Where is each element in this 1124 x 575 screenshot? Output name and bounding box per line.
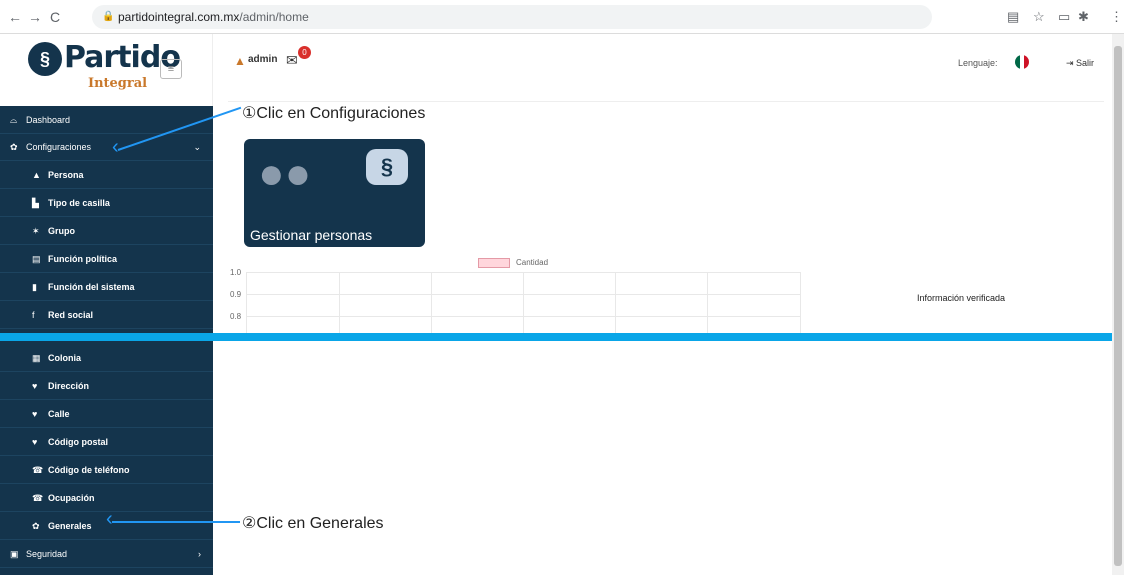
grid-line (615, 272, 616, 334)
edit-icon: ▤ (32, 254, 41, 264)
location-pin-icon: ♥ (32, 437, 38, 447)
grid-line (707, 272, 708, 334)
arrow-left-icon: ‹ (112, 136, 119, 158)
location-pin-icon: ♥ (32, 409, 38, 419)
address-bar[interactable]: 🔒 partidointegral.com.mx/admin/home (92, 5, 932, 29)
y-tick-label: 0.9 (230, 290, 242, 299)
annotation-arrow-2 (112, 521, 240, 523)
grid-line (800, 272, 801, 334)
browser-toolbar: ← → C 🔒 partidointegral.com.mx/admin/hom… (0, 0, 1124, 34)
url-path: /admin/home (239, 10, 309, 24)
url-host: partidointegral.com.mx (118, 10, 240, 24)
more-icon[interactable]: ⋮ (1110, 9, 1123, 25)
grid-line (246, 272, 247, 334)
bookmark-icon: ▮ (32, 282, 37, 292)
map-icon: ▦ (32, 353, 41, 363)
annotation-step2: ②Clic en Generales (242, 515, 384, 532)
sidebar-item-calle[interactable]: ♥ Calle (0, 401, 213, 428)
chart: Cantidad 1.0 0.9 0.8 (220, 254, 820, 334)
sidebar-item-dashboard[interactable]: ⌓ Dashboard (0, 107, 213, 134)
extension-icon[interactable]: ✱ (1078, 9, 1089, 25)
card-label: Gestionar personas (250, 227, 373, 243)
logo-mark-icon: § (28, 42, 62, 76)
forward-icon[interactable]: → (28, 9, 42, 25)
legend-swatch (478, 258, 510, 268)
logout-button[interactable]: ⇥ Salir (1066, 58, 1094, 69)
scrollbar[interactable] (1112, 34, 1124, 575)
image-separator (0, 333, 1124, 341)
sidebar-item-colonia[interactable]: ▦ Colonia (0, 345, 213, 372)
topbar: ▲ admin ✉ 0 Lenguaje: ⇥ Salir (228, 34, 1104, 102)
location-pin-icon: ♥ (32, 381, 38, 391)
dashboard-icon: ⌓ (10, 115, 18, 125)
mail-icon[interactable]: ✉ (286, 52, 298, 69)
logout-label: Salir (1076, 58, 1095, 68)
file-icon: ▙ (32, 198, 39, 208)
grid-line (523, 272, 524, 334)
info-verificada-label: Información verificada (917, 293, 1006, 303)
lock-icon: 🔒 (102, 11, 115, 22)
facebook-icon: f (32, 310, 35, 320)
chevron-down-icon: ⌄ (193, 142, 201, 152)
grid-line (339, 272, 340, 334)
user-name[interactable]: admin (248, 54, 277, 65)
sidebar: § Partido Integral ≡ ⌓ Dashboard ✿ Configu… (0, 34, 213, 575)
sidebar-item-direccion[interactable]: ♥ Dirección (0, 373, 213, 400)
grid-line (431, 272, 432, 334)
logo-badge-icon: § (366, 149, 408, 185)
phone-icon: ☎ (32, 465, 44, 475)
sidebar-item-funcion-del-sistema[interactable]: ▮ Función del sistema (0, 274, 213, 301)
menu-toggle-icon[interactable]: ≡ (160, 59, 182, 79)
sidebar-item-red-social[interactable]: f Red social (0, 302, 213, 329)
user-icon: ▲ (32, 170, 41, 180)
sidebar-item-persona[interactable]: ▲ Persona (0, 162, 213, 189)
translate-icon[interactable]: ▤ (1007, 9, 1019, 25)
sidebar-item-funcion-politica[interactable]: ▤ Función política (0, 246, 213, 273)
language-label: Lenguaje: (958, 58, 998, 68)
logo-subtitle: Integral (88, 76, 148, 91)
arrow-left-icon: ‹ (106, 508, 113, 530)
gear-icon: ✿ (10, 142, 18, 152)
logo[interactable]: § Partido Integral ≡ (0, 34, 213, 106)
scrollbar-thumb[interactable] (1114, 46, 1122, 566)
legend-label: Cantidad (516, 258, 549, 267)
sidebar-item-tipo-de-casilla[interactable]: ▙ Tipo de casilla (0, 190, 213, 217)
sidebar-item-grupo[interactable]: ✶ Grupo (0, 218, 213, 245)
y-tick-label: 1.0 (230, 268, 242, 277)
sidebar-item-seguridad[interactable]: ▣ Seguridad › (0, 541, 213, 568)
gear-icon: ✿ (32, 521, 40, 531)
mexico-flag-icon[interactable] (1015, 55, 1029, 69)
reader-icon[interactable]: ▭ (1058, 9, 1070, 25)
star-icon[interactable]: ☆ (1033, 9, 1045, 25)
y-tick-label: 0.8 (230, 312, 242, 321)
annotation-step1: ①Clic en Configuraciones (242, 105, 426, 122)
back-icon[interactable]: ← (8, 9, 22, 25)
mail-count-badge: 0 (298, 46, 311, 59)
sidebar-item-codigo-postal[interactable]: ♥ Código postal (0, 429, 213, 456)
reload-icon[interactable]: C (50, 9, 60, 25)
user-icon: ▲ (234, 54, 246, 68)
phone-icon: ☎ (32, 493, 44, 503)
group-icon: ✶ (32, 226, 40, 236)
sidebar-item-configuraciones[interactable]: ✿ Configuraciones ⌄ (0, 134, 213, 161)
chevron-right-icon: › (198, 549, 201, 559)
gestionar-personas-card[interactable]: ●● § Gestionar personas (244, 139, 425, 247)
lock-icon: ▣ (10, 549, 19, 559)
sidebar-item-codigo-de-telefono[interactable]: ☎ Código de teléfono (0, 457, 213, 484)
people-icon: ●● (258, 149, 312, 198)
